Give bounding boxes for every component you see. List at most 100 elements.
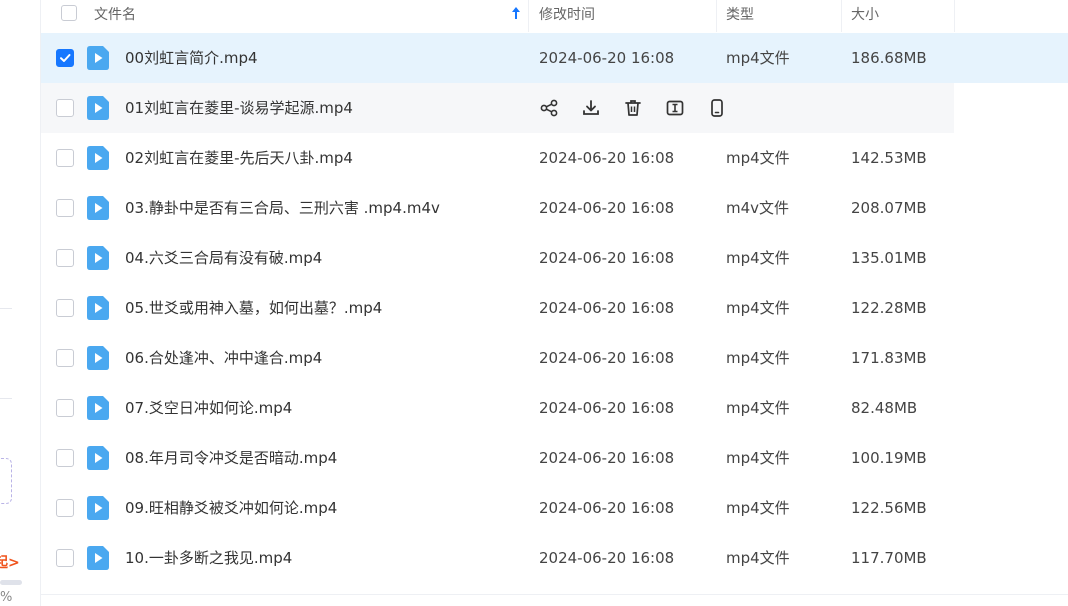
file-name[interactable]: 03.静卦中是否有三合局、三刑六害 .mp4.m4v: [125, 183, 440, 233]
file-modified-time: 2024-06-20 16:08: [539, 49, 675, 67]
row-checkbox[interactable]: [56, 449, 74, 467]
row-checkbox[interactable]: [56, 549, 74, 567]
row-checkbox[interactable]: [56, 199, 74, 217]
row-checkbox[interactable]: [56, 499, 74, 517]
file-size: 100.19MB: [851, 449, 927, 467]
sidebar-partial-link[interactable]: 起>: [0, 552, 20, 572]
file-modified-time: 2024-06-20 16:08: [539, 399, 675, 417]
table-row[interactable]: 04.六爻三合局有没有破.mp4 2024-06-20 16:08 mp4文件 135…: [41, 233, 1068, 283]
column-separator: [716, 0, 717, 32]
storage-percent: %: [0, 590, 13, 605]
file-modified-time: 2024-06-20 16:08: [539, 349, 675, 367]
file-size: 117.70MB: [851, 549, 927, 567]
table-row[interactable]: 01刘虹言在菱里-谈易学起源.mp4: [41, 83, 954, 133]
file-name[interactable]: 07.爻空日冲如何论.mp4: [125, 383, 292, 433]
select-all-checkbox[interactable]: [61, 5, 77, 21]
video-file-icon: [87, 496, 109, 520]
video-file-icon: [87, 246, 109, 270]
row-checkbox[interactable]: [56, 299, 74, 317]
file-name[interactable]: 01刘虹言在菱里-谈易学起源.mp4: [125, 83, 353, 133]
sidebar-divider: [0, 398, 12, 399]
row-checkbox[interactable]: [56, 149, 74, 167]
file-table: 文件名 修改时间 类型 大小 00刘虹言简介.mp4 2024-06-20 16:…: [41, 0, 1068, 606]
file-size: 135.01MB: [851, 249, 927, 267]
table-row[interactable]: 06.合处逢冲、冲中逢合.mp4 2024-06-20 16:08 mp4文件 171…: [41, 333, 1068, 383]
file-type: mp4文件: [726, 399, 790, 417]
row-checkbox[interactable]: [56, 249, 74, 267]
file-modified-time: 2024-06-20 16:08: [539, 299, 675, 317]
file-size: 186.68MB: [851, 49, 927, 67]
file-size: 142.53MB: [851, 149, 927, 167]
table-row[interactable]: 09.旺相静爻被爻冲如何论.mp4 2024-06-20 16:08 mp4文件 12…: [41, 483, 1068, 533]
video-file-icon: [87, 396, 109, 420]
file-modified-time: 2024-06-20 16:08: [539, 149, 675, 167]
column-separator: [954, 0, 955, 32]
file-name[interactable]: 05.世爻或用神入墓，如何出墓？.mp4: [125, 283, 382, 333]
phone-icon[interactable]: [707, 98, 727, 118]
row-checkbox[interactable]: [56, 99, 74, 117]
share-icon[interactable]: [539, 98, 559, 118]
file-type: mp4文件: [726, 449, 790, 467]
sidebar-upload-zone[interactable]: [0, 458, 12, 504]
file-name[interactable]: 06.合处逢冲、冲中逢合.mp4: [125, 333, 322, 383]
video-file-icon: [87, 296, 109, 320]
table-row[interactable]: 02刘虹言在菱里-先后天八卦.mp4 2024-06-20 16:08 mp4文件 1…: [41, 133, 1068, 183]
file-type: mp4文件: [726, 149, 790, 167]
column-header-type[interactable]: 类型: [726, 0, 754, 32]
file-name[interactable]: 00刘虹言简介.mp4: [125, 33, 258, 83]
file-size: 208.07MB: [851, 199, 927, 217]
file-type: mp4文件: [726, 549, 790, 567]
column-header-name[interactable]: 文件名: [94, 0, 136, 32]
delete-icon[interactable]: [623, 98, 643, 118]
left-sidebar: 起> %: [0, 0, 41, 606]
video-file-icon: [87, 446, 109, 470]
table-row[interactable]: 03.静卦中是否有三合局、三刑六害 .mp4.m4v 2024-06-20 16:…: [41, 183, 1068, 233]
file-type: m4v文件: [726, 199, 790, 217]
rename-icon[interactable]: [665, 98, 685, 118]
file-size: 171.83MB: [851, 349, 927, 367]
file-modified-time: 2024-06-20 16:08: [539, 449, 675, 467]
file-modified-time: 2024-06-20 16:08: [539, 549, 675, 567]
table-header: 文件名 修改时间 类型 大小: [41, 0, 1068, 32]
row-checkbox[interactable]: [56, 399, 74, 417]
sidebar-divider: [0, 308, 12, 309]
file-size: 122.56MB: [851, 499, 927, 517]
file-type: mp4文件: [726, 299, 790, 317]
file-modified-time: 2024-06-20 16:08: [539, 249, 675, 267]
table-row[interactable]: 08.年月司令冲爻是否暗动.mp4 2024-06-20 16:08 mp4文件 10…: [41, 433, 1068, 483]
file-modified-time: 2024-06-20 16:08: [539, 499, 675, 517]
file-size: 122.28MB: [851, 299, 927, 317]
file-type: mp4文件: [726, 49, 790, 67]
file-modified-time: 2024-06-20 16:08: [539, 199, 675, 217]
table-bottom-border: [41, 594, 1068, 595]
table-row[interactable]: 10.一卦多断之我见.mp4 2024-06-20 16:08 mp4文件 117.7…: [41, 533, 1068, 583]
sort-ascending-icon[interactable]: [511, 6, 521, 20]
file-type: mp4文件: [726, 499, 790, 517]
file-name[interactable]: 10.一卦多断之我见.mp4: [125, 533, 292, 583]
download-icon[interactable]: [581, 98, 601, 118]
column-separator: [528, 0, 529, 32]
storage-progress-bar: [0, 580, 22, 585]
video-file-icon: [87, 346, 109, 370]
row-checkbox[interactable]: [56, 49, 74, 67]
file-name[interactable]: 04.六爻三合局有没有破.mp4: [125, 233, 322, 283]
column-header-date[interactable]: 修改时间: [539, 0, 595, 32]
video-file-icon: [87, 46, 109, 70]
column-separator: [841, 0, 842, 32]
row-checkbox[interactable]: [56, 349, 74, 367]
column-header-size[interactable]: 大小: [851, 0, 879, 32]
video-file-icon: [87, 546, 109, 570]
video-file-icon: [87, 96, 109, 120]
table-row[interactable]: 07.爻空日冲如何论.mp4 2024-06-20 16:08 mp4文件 82.48…: [41, 383, 1068, 433]
video-file-icon: [87, 196, 109, 220]
file-name[interactable]: 02刘虹言在菱里-先后天八卦.mp4: [125, 133, 353, 183]
file-size: 82.48MB: [851, 399, 918, 417]
table-row[interactable]: 05.世爻或用神入墓，如何出墓？.mp4 2024-06-20 16:08 mp4文…: [41, 283, 1068, 333]
file-type: mp4文件: [726, 349, 790, 367]
file-name[interactable]: 09.旺相静爻被爻冲如何论.mp4: [125, 483, 337, 533]
file-type: mp4文件: [726, 249, 790, 267]
checkmark-icon: [60, 54, 71, 62]
table-row[interactable]: 00刘虹言简介.mp4 2024-06-20 16:08 mp4文件 186.68MB: [41, 33, 1068, 83]
file-name[interactable]: 08.年月司令冲爻是否暗动.mp4: [125, 433, 337, 483]
video-file-icon: [87, 146, 109, 170]
